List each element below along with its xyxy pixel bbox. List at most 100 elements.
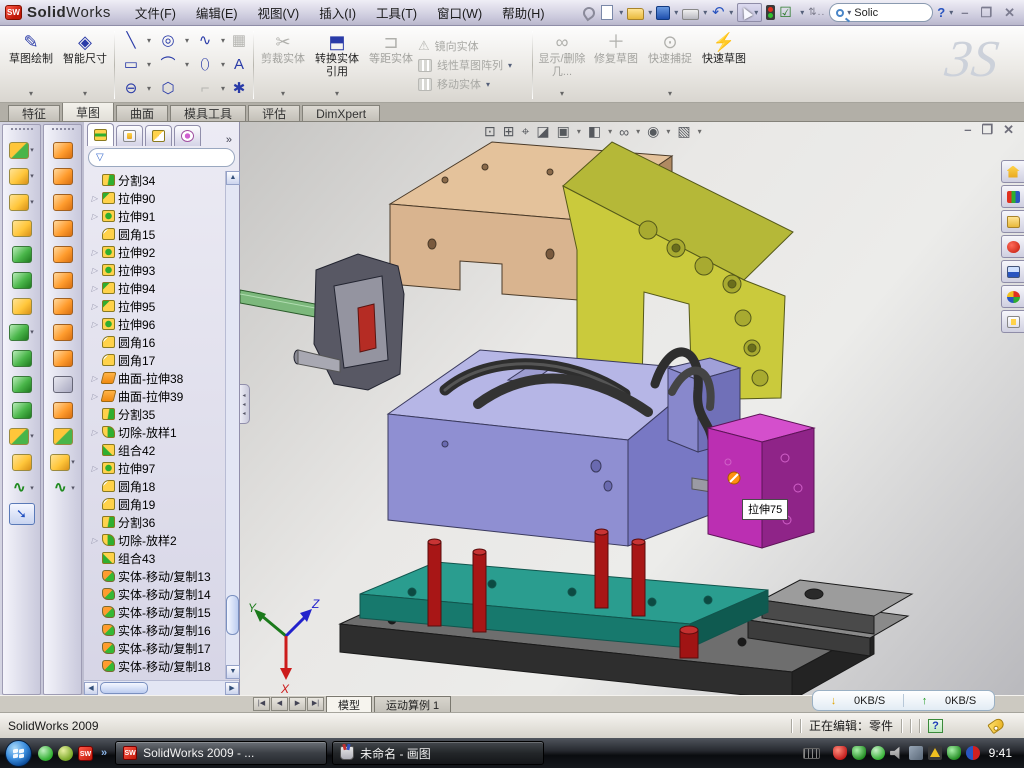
surface-curves-icon[interactable]: ∿: [50, 480, 70, 497]
circle-tool-icon[interactable]: ◎: [153, 29, 183, 53]
tab-propertymanager[interactable]: [116, 125, 143, 146]
quicklaunch-messenger-icon[interactable]: [38, 746, 53, 761]
point-tool-icon[interactable]: ✱: [227, 77, 251, 101]
tree-item[interactable]: 实体-移动/复制14: [90, 585, 239, 603]
delete-face-icon[interactable]: [53, 376, 73, 393]
mirror-icon[interactable]: [12, 402, 32, 419]
tree-item[interactable]: ▷拉伸92: [90, 243, 239, 261]
open-file-icon[interactable]: [627, 8, 644, 20]
menu-tools[interactable]: 工具(T): [376, 3, 417, 22]
expand-arrow-icon[interactable]: ▷: [90, 320, 99, 329]
offset-entities-button[interactable]: ⊐ 等距实体: [364, 28, 418, 102]
tab-featuremanager[interactable]: [87, 123, 114, 146]
search-pane-button[interactable]: [1001, 235, 1024, 258]
pin-toolbar-icon[interactable]: [581, 4, 598, 21]
draft-icon[interactable]: [12, 272, 32, 289]
menu-file[interactable]: 文件(F): [135, 3, 176, 22]
display-delete-relations-button[interactable]: ∞ 显示/删除几... ▾: [535, 28, 589, 102]
quick-tips-icon[interactable]: ?: [928, 719, 943, 733]
help-button[interactable]: ?: [937, 5, 945, 20]
tree-item[interactable]: 圆角16: [90, 333, 239, 351]
doc-minimize-button[interactable]: –: [964, 122, 971, 138]
tree-item[interactable]: ▷切除-放样2: [90, 531, 239, 549]
linear-pattern-icon[interactable]: [9, 324, 29, 341]
tab-evaluate[interactable]: 评估: [248, 105, 300, 121]
linear-pattern-button[interactable]: 线性草图阵列▾: [418, 57, 530, 73]
doc-restore-button[interactable]: ❐: [981, 122, 993, 138]
tray-sync-icon[interactable]: [966, 746, 980, 760]
surface-reference-icon[interactable]: [50, 454, 70, 471]
tree-item[interactable]: 分割36: [90, 513, 239, 531]
curves-icon[interactable]: ∿: [9, 480, 29, 497]
menu-edit[interactable]: 编辑(E): [196, 3, 238, 22]
close-button[interactable]: ✕: [1000, 5, 1019, 21]
tray-warning-icon[interactable]: [928, 746, 942, 760]
replace-face-icon[interactable]: [53, 402, 73, 419]
slot-tool-icon[interactable]: ⊖: [117, 77, 145, 101]
intersect-icon[interactable]: [9, 428, 29, 445]
smart-dimension-button[interactable]: ◈ 智能尺寸 ▾: [58, 28, 112, 102]
hole-wizard-icon[interactable]: [12, 298, 32, 315]
zoom-to-selection-icon[interactable]: ⌖: [521, 123, 529, 140]
menu-insert[interactable]: 插入(I): [319, 3, 356, 22]
quicklaunch-media-icon[interactable]: [58, 746, 73, 761]
tree-item[interactable]: 组合43: [90, 549, 239, 567]
tree-item[interactable]: 实体-移动/复制18: [90, 657, 239, 675]
save-icon[interactable]: [656, 6, 670, 20]
tab-sketch[interactable]: 草图: [62, 102, 114, 121]
scroll-down-arrow[interactable]: ▼: [226, 665, 240, 679]
tree-vertical-scrollbar[interactable]: ▲ ▼: [225, 171, 239, 679]
tree-item[interactable]: 实体-移动/复制15: [90, 603, 239, 621]
convert-entities-button[interactable]: ⬒ 转换实体引用 ▾: [310, 28, 364, 102]
overflow-icon[interactable]: ⇅..: [808, 7, 825, 18]
model-tab[interactable]: 模型: [326, 696, 372, 712]
tab-dimxpertmanager[interactable]: [174, 125, 201, 146]
extrude-cut-icon[interactable]: [9, 168, 29, 185]
tree-item[interactable]: ▷拉伸96: [90, 315, 239, 333]
tree-item[interactable]: 圆角15: [90, 225, 239, 243]
tab-configurationmanager[interactable]: [145, 125, 172, 146]
tray-update-icon[interactable]: [871, 746, 885, 760]
expand-arrow-icon[interactable]: ▷: [90, 374, 99, 383]
tree-item[interactable]: ▷拉伸95: [90, 297, 239, 315]
line-tool-icon[interactable]: ╲: [117, 29, 145, 53]
toolbar-grip[interactable]: [11, 128, 33, 132]
sketch-button[interactable]: ✎ 草图绘制 ▾: [4, 28, 58, 102]
menu-window[interactable]: 窗口(W): [437, 3, 482, 22]
custom-properties-button[interactable]: [1001, 310, 1024, 333]
quicklaunch-chevron[interactable]: »: [101, 747, 107, 759]
tree-item[interactable]: 分割35: [90, 405, 239, 423]
tree-item[interactable]: ▷曲面-拉伸38: [90, 369, 239, 387]
last-tab-button[interactable]: ▶|: [307, 697, 324, 711]
appearances-button[interactable]: [1001, 285, 1024, 308]
expand-arrow-icon[interactable]: ▷: [90, 464, 99, 473]
more-tabs-chevron[interactable]: »: [222, 134, 236, 146]
tray-network-icon[interactable]: [909, 746, 923, 760]
move-entities-button[interactable]: 移动实体▾: [418, 76, 530, 92]
expand-arrow-icon[interactable]: ▷: [90, 428, 99, 437]
expand-arrow-icon[interactable]: ▷: [90, 284, 99, 293]
menu-view[interactable]: 视图(V): [258, 3, 300, 22]
expand-arrow-icon[interactable]: ▷: [90, 194, 99, 203]
edit-appearance-icon[interactable]: ▧: [677, 123, 690, 140]
tags-icon[interactable]: [987, 717, 1006, 735]
tree-item[interactable]: 组合42: [90, 441, 239, 459]
tray-defender-icon[interactable]: [947, 746, 961, 760]
swept-boss-icon[interactable]: [12, 220, 32, 237]
expand-arrow-icon[interactable]: ▷: [90, 212, 99, 221]
extrude-boss-icon[interactable]: [9, 142, 29, 159]
reference-geometry-icon[interactable]: [12, 454, 32, 471]
next-tab-button[interactable]: ▶: [289, 697, 306, 711]
tab-mold-tools[interactable]: 模具工具: [170, 105, 246, 121]
quick-snaps-button[interactable]: ⊙ 快速捕捉 ▾: [643, 28, 697, 102]
tab-surfaces[interactable]: 曲面: [116, 105, 168, 121]
tree-item[interactable]: ▷拉伸91: [90, 207, 239, 225]
ellipse-tool-icon[interactable]: ⬯: [191, 53, 219, 77]
text-tool-icon[interactable]: A: [227, 53, 251, 77]
instant3d-button[interactable]: ➘: [9, 503, 35, 525]
tree-item[interactable]: 分割34: [90, 171, 239, 189]
scroll-left-arrow[interactable]: ◀: [84, 682, 98, 695]
wrap-icon[interactable]: [12, 376, 32, 393]
offset-surface-icon[interactable]: [53, 324, 73, 341]
tray-antivirus-icon[interactable]: [852, 746, 866, 760]
